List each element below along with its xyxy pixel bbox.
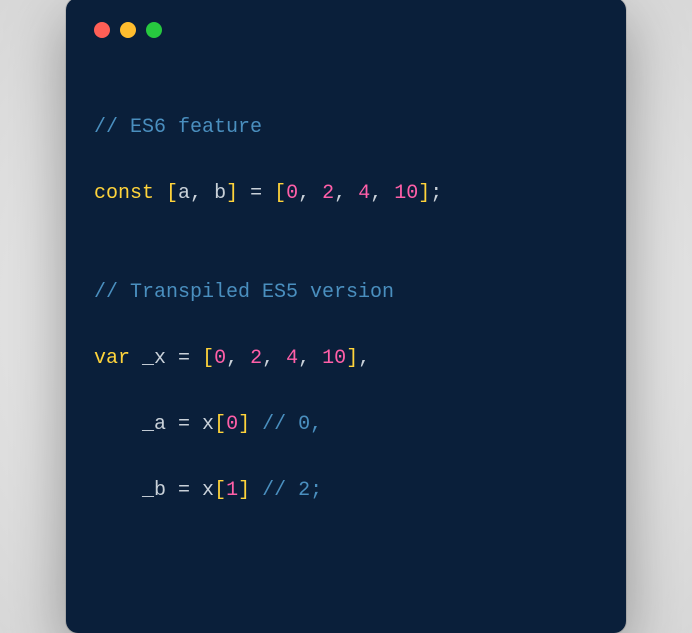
bracket: ]: [346, 347, 358, 370]
identifier: _x: [142, 347, 166, 370]
bracket: [: [274, 182, 286, 205]
punct: ,: [226, 347, 250, 370]
identifier: _a: [142, 413, 166, 436]
minimize-icon[interactable]: [120, 22, 136, 38]
punct: ,: [190, 182, 214, 205]
identifier: b: [214, 182, 226, 205]
number: 10: [394, 182, 418, 205]
punct: ,: [334, 182, 358, 205]
identifier: x: [202, 479, 214, 502]
number: 2: [322, 182, 334, 205]
code-line: _b = x[1] // 2;: [94, 474, 598, 507]
number: 10: [322, 347, 346, 370]
punct: ,: [370, 182, 394, 205]
comment: // ES6 feature: [94, 116, 262, 139]
code-window: // ES6 feature const [a, b] = [0, 2, 4, …: [66, 0, 626, 633]
number: 4: [358, 182, 370, 205]
punct: ,: [298, 347, 322, 370]
maximize-icon[interactable]: [146, 22, 162, 38]
bracket: ]: [238, 479, 250, 502]
punct: =: [166, 347, 202, 370]
code-block: // ES6 feature const [a, b] = [0, 2, 4, …: [94, 78, 598, 573]
code-line: _a = x[0] // 0,: [94, 408, 598, 441]
close-icon[interactable]: [94, 22, 110, 38]
keyword-var: var: [94, 347, 130, 370]
punct: [130, 347, 142, 370]
punct: ,: [298, 182, 322, 205]
punct: ,: [262, 347, 286, 370]
code-line: const [a, b] = [0, 2, 4, 10];: [94, 177, 598, 210]
number: 0: [214, 347, 226, 370]
punct: =: [238, 182, 274, 205]
identifier: a: [178, 182, 190, 205]
punct: [250, 413, 262, 436]
indent: [94, 479, 142, 502]
code-line: // ES6 feature: [94, 111, 598, 144]
keyword-const: const: [94, 182, 154, 205]
code-line: var _x = [0, 2, 4, 10],: [94, 342, 598, 375]
bracket: [: [214, 479, 226, 502]
comment: // 2;: [262, 479, 322, 502]
indent: [94, 413, 142, 436]
bracket: ]: [226, 182, 238, 205]
punct: [250, 479, 262, 502]
comment: // 0,: [262, 413, 322, 436]
code-line: // Transpiled ES5 version: [94, 276, 598, 309]
window-titlebar: [94, 22, 598, 38]
punct: ,: [358, 347, 370, 370]
number: 0: [226, 413, 238, 436]
bracket: ]: [238, 413, 250, 436]
identifier: x: [202, 413, 214, 436]
punct: =: [166, 413, 202, 436]
punct: ;: [430, 182, 442, 205]
comment: // Transpiled ES5 version: [94, 281, 394, 304]
identifier: _b: [142, 479, 166, 502]
number: 2: [250, 347, 262, 370]
bracket: [: [154, 182, 178, 205]
number: 0: [286, 182, 298, 205]
number: 4: [286, 347, 298, 370]
bracket: ]: [418, 182, 430, 205]
number: 1: [226, 479, 238, 502]
bracket: [: [214, 413, 226, 436]
bracket: [: [202, 347, 214, 370]
punct: =: [166, 479, 202, 502]
